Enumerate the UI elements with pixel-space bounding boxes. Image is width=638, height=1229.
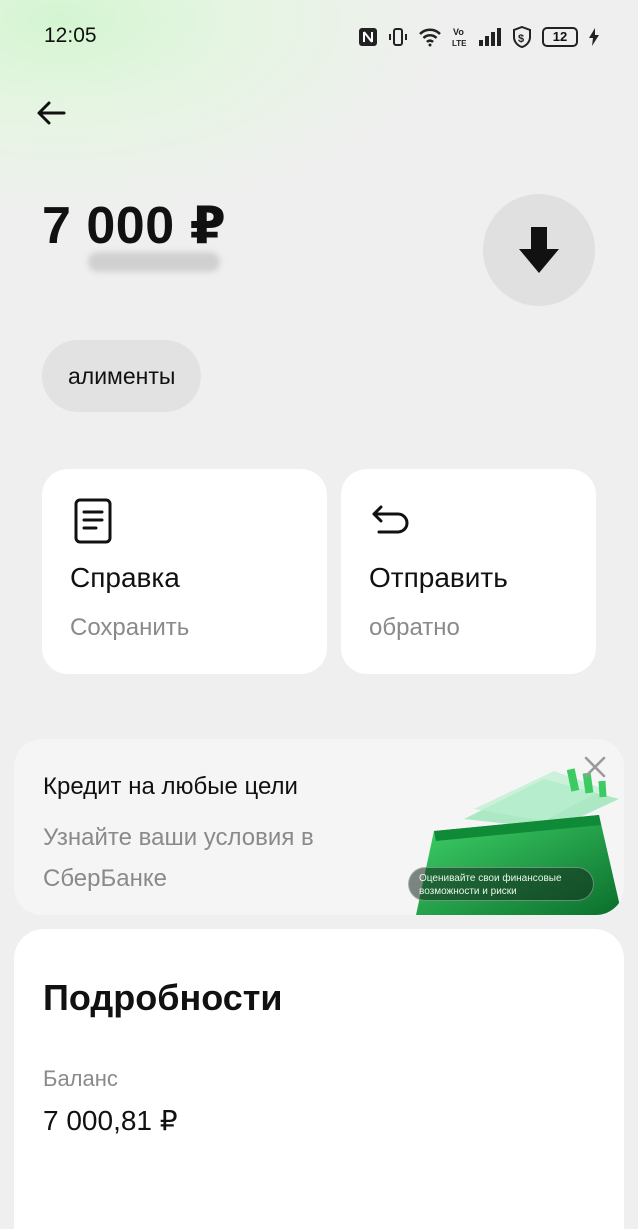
shield-dollar-icon: $ [512, 26, 532, 48]
certificate-card[interactable]: Справка Сохранить [42, 469, 327, 674]
credit-promo-banner[interactable]: Кредит на любые цели Узнайте ваши услови… [14, 739, 624, 915]
vibrate-icon [388, 27, 408, 47]
status-time: 12:05 [44, 24, 97, 47]
svg-text:$: $ [518, 33, 524, 45]
promo-title: Кредит на любые цели [43, 773, 298, 800]
promo-caption: Оценивайте свои финансовые возможности и… [408, 867, 594, 901]
return-arrow-icon [372, 505, 409, 534]
certificate-card-title: Справка [70, 562, 180, 593]
blurred-recipient [88, 252, 220, 272]
signal-icon [478, 27, 502, 47]
close-icon[interactable] [581, 753, 609, 781]
svg-text:LTE: LTE [452, 39, 467, 48]
volte-icon: Vo LTE [452, 26, 468, 48]
balance-label: Баланс [43, 1066, 118, 1091]
arrow-down-icon [519, 227, 559, 273]
details-panel: Подробности Баланс 7 000,81 ₽ [14, 929, 624, 1229]
arrow-left-icon [37, 101, 66, 125]
battery-icon: 12 [542, 27, 578, 47]
send-back-card-subtitle: обратно [369, 614, 460, 641]
send-back-card[interactable]: Отправить обратно [341, 469, 596, 674]
wifi-icon [418, 27, 442, 47]
download-button[interactable] [483, 194, 595, 306]
status-icons: Vo LTE $ 12 [358, 24, 600, 50]
promo-subtitle: Узнайте ваши условия в СберБанке [43, 824, 314, 892]
transaction-amount: 7 000 ₽ [42, 197, 227, 255]
svg-text:Vo: Vo [453, 27, 464, 37]
status-bar: 12:05 Vo LTE $ 12 [0, 0, 638, 72]
send-back-card-title: Отправить [369, 562, 508, 593]
balance-value: 7 000,81 ₽ [43, 1105, 178, 1136]
back-button[interactable] [30, 92, 72, 134]
document-icon [74, 498, 112, 544]
nfc-icon [358, 27, 378, 47]
category-tag-label: алименты [68, 362, 176, 389]
charging-icon [588, 27, 600, 47]
details-title: Подробности [43, 977, 283, 1018]
certificate-card-subtitle: Сохранить [70, 614, 190, 641]
category-tag[interactable]: алименты [42, 340, 202, 412]
